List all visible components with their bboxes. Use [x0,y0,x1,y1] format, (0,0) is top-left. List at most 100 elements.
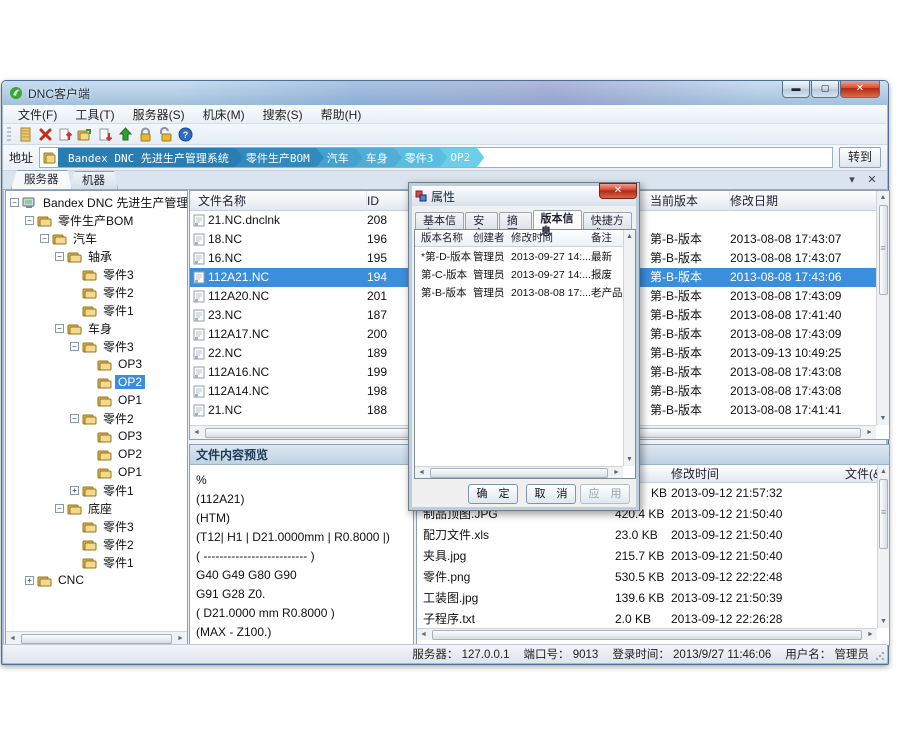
attachment-column-1[interactable]: 修改时间 [671,465,719,483]
expand-icon[interactable]: + [70,486,79,495]
attachment-name: 夹具.jpg [423,546,466,567]
status-segment-0: 服务器： 127.0.0.1 [412,646,509,662]
dialog-tab-3[interactable]: 版本信息 [533,210,582,229]
file-list-vscrollbar[interactable]: ▲ ▼ [876,191,889,425]
collapse-icon[interactable]: − [10,198,19,207]
tree-item-OP1-11[interactable]: OP1 [6,391,187,409]
dialog-tab-2[interactable]: 摘要 [499,212,532,229]
list-item[interactable]: 零件.png530.5 KB2013-09-12 22:22:48 [417,567,877,588]
version-column-3[interactable]: 备注 [591,230,612,247]
dialog-tab-0[interactable]: 基本信息 [415,212,464,229]
attachment-size: 23.0 KB [615,525,658,546]
collapse-icon[interactable]: − [55,252,64,261]
attachment-column-2[interactable]: 文件(& [845,465,881,483]
collapse-icon[interactable]: − [70,342,79,351]
chevron-down-icon[interactable]: ▾ [845,173,859,186]
file-list-column-2[interactable]: 当前版本 [650,191,730,211]
dialog-tab-1[interactable]: 安全 [465,212,498,229]
new-file-button[interactable] [15,125,35,143]
help-button[interactable]: ? [175,125,195,143]
menu-item-4[interactable]: 搜索(S) [254,104,312,125]
ok-button[interactable]: 确 定 [468,484,518,504]
tree-item-汽车-2[interactable]: −汽车 [6,229,187,247]
tree-item-OP1-15[interactable]: OP1 [6,463,187,481]
tab-machine[interactable]: 机器 [69,171,118,189]
tree-item-车身-7[interactable]: −车身 [6,319,187,337]
expand-icon[interactable]: + [25,576,34,585]
collapse-icon[interactable]: − [70,414,79,423]
tree-item-label: OP1 [115,393,145,407]
breadcrumb[interactable]: Bandex DNC 先进生产管理系统零件生产BOM汽车车身零件3OP2 [39,147,833,168]
file-list-column-0[interactable]: 文件名称 [196,191,367,211]
dialog-tab-4[interactable]: 快捷方式 [583,212,632,229]
tree-item-OP3-9[interactable]: OP3 [6,355,187,373]
send-upload-button[interactable] [115,125,135,143]
version-row[interactable]: 第-C-版本管理员2013-09-27 14:...报废 [415,266,623,284]
unlock-button[interactable] [155,125,175,143]
tree-item-零件3-18[interactable]: 零件3 [6,517,187,535]
version-column-1[interactable]: 创建者 [473,230,505,247]
version-row[interactable]: 第-B-版本管理员2013-08-08 17:...老产品程序 [415,284,623,302]
list-item[interactable]: 工装图.jpg139.6 KB2013-09-12 21:50:39 [417,588,877,609]
dialog-close-button[interactable]: ✕ [599,183,637,199]
version-column-0[interactable]: 版本名称 [421,230,463,247]
tab-server[interactable]: 服务器 [11,170,72,189]
tree-item-零件1-20[interactable]: 零件1 [6,553,187,571]
tree-item-底座-17[interactable]: −底座 [6,499,187,517]
tree-item-OP2-10[interactable]: OP2 [6,373,187,391]
tree-item-零件1-16[interactable]: +零件1 [6,481,187,499]
minimize-button[interactable]: ▬ [782,81,810,98]
cancel-button[interactable]: 取 消 [526,484,576,504]
attachment-vscrollbar[interactable]: ▲ ▼ [877,465,889,628]
list-item[interactable]: 配刀文件.xls23.0 KB2013-09-12 21:50:40 [417,525,877,546]
list-item[interactable]: 子程序.txt2.0 KB2013-09-12 22:26:28 [417,609,877,630]
tree-item-OP2-14[interactable]: OP2 [6,445,187,463]
panel-close-icon[interactable]: ✕ [865,173,879,186]
version-row[interactable]: *第-D-版本管理员2013-09-27 14:...最新 [415,248,623,266]
menu-item-5[interactable]: 帮助(H) [312,104,371,125]
tree-item-零件3-8[interactable]: −零件3 [6,337,187,355]
tree-item-label: OP3 [115,429,145,443]
tree-item-OP3-13[interactable]: OP3 [6,427,187,445]
menu-item-2[interactable]: 服务器(S) [124,104,194,125]
export-folder-button[interactable] [75,125,95,143]
breadcrumb-segment-4[interactable]: 零件3 [395,147,448,168]
file-id: 188 [367,401,387,420]
file-list-column-3[interactable]: 修改日期 [730,191,880,211]
version-vscrollbar[interactable]: ▲▼ [623,230,635,466]
tree-item-Bandex DNC 先进生产管理系统-0[interactable]: −Bandex DNC 先进生产管理系统 [6,193,187,211]
tree-hscrollbar[interactable]: ◄► [6,631,187,645]
collapse-icon[interactable]: − [40,234,49,243]
tree-item-零件1-6[interactable]: 零件1 [6,301,187,319]
tree-item-零件2-12[interactable]: −零件2 [6,409,187,427]
collapse-icon[interactable]: − [25,216,34,225]
attachment-hscrollbar[interactable]: ◄► [417,628,877,640]
lock-button[interactable] [135,125,155,143]
collapse-icon[interactable]: − [55,324,64,333]
delete-button[interactable] [35,125,55,143]
checkout-file-button[interactable] [95,125,115,143]
menu-item-3[interactable]: 机床(M) [194,104,254,125]
list-item[interactable]: 夹具.jpg215.7 KB2013-09-12 21:50:40 [417,546,877,567]
checkin-file-button[interactable] [55,125,75,143]
menu-item-1[interactable]: 工具(T) [66,104,123,125]
tree-item-零件生产BOM-1[interactable]: −零件生产BOM [6,211,187,229]
version-hscrollbar[interactable]: ◄► [415,466,623,478]
tree-item-零件2-5[interactable]: 零件2 [6,283,187,301]
tree-item-CNC-21[interactable]: +CNC [6,571,187,589]
file-icon [193,271,205,284]
titlebar[interactable]: DNC客户端 ▬ ▢ ✕ [2,81,888,105]
breadcrumb-segment-1[interactable]: 零件生产BOM [236,147,324,168]
resize-grip[interactable] [875,651,885,661]
collapse-icon[interactable]: − [55,504,64,513]
breadcrumb-segment-0[interactable]: Bandex DNC 先进生产管理系统 [58,147,243,168]
go-button[interactable]: 转到 [839,147,881,168]
close-button[interactable]: ✕ [840,81,880,98]
toolbar-grip[interactable] [7,127,11,141]
collapse-icon [70,270,79,279]
tree-item-轴承-3[interactable]: −轴承 [6,247,187,265]
menu-item-0[interactable]: 文件(F) [9,104,66,125]
tree-item-零件3-4[interactable]: 零件3 [6,265,187,283]
maximize-button[interactable]: ▢ [811,81,839,98]
tree-item-零件2-19[interactable]: 零件2 [6,535,187,553]
